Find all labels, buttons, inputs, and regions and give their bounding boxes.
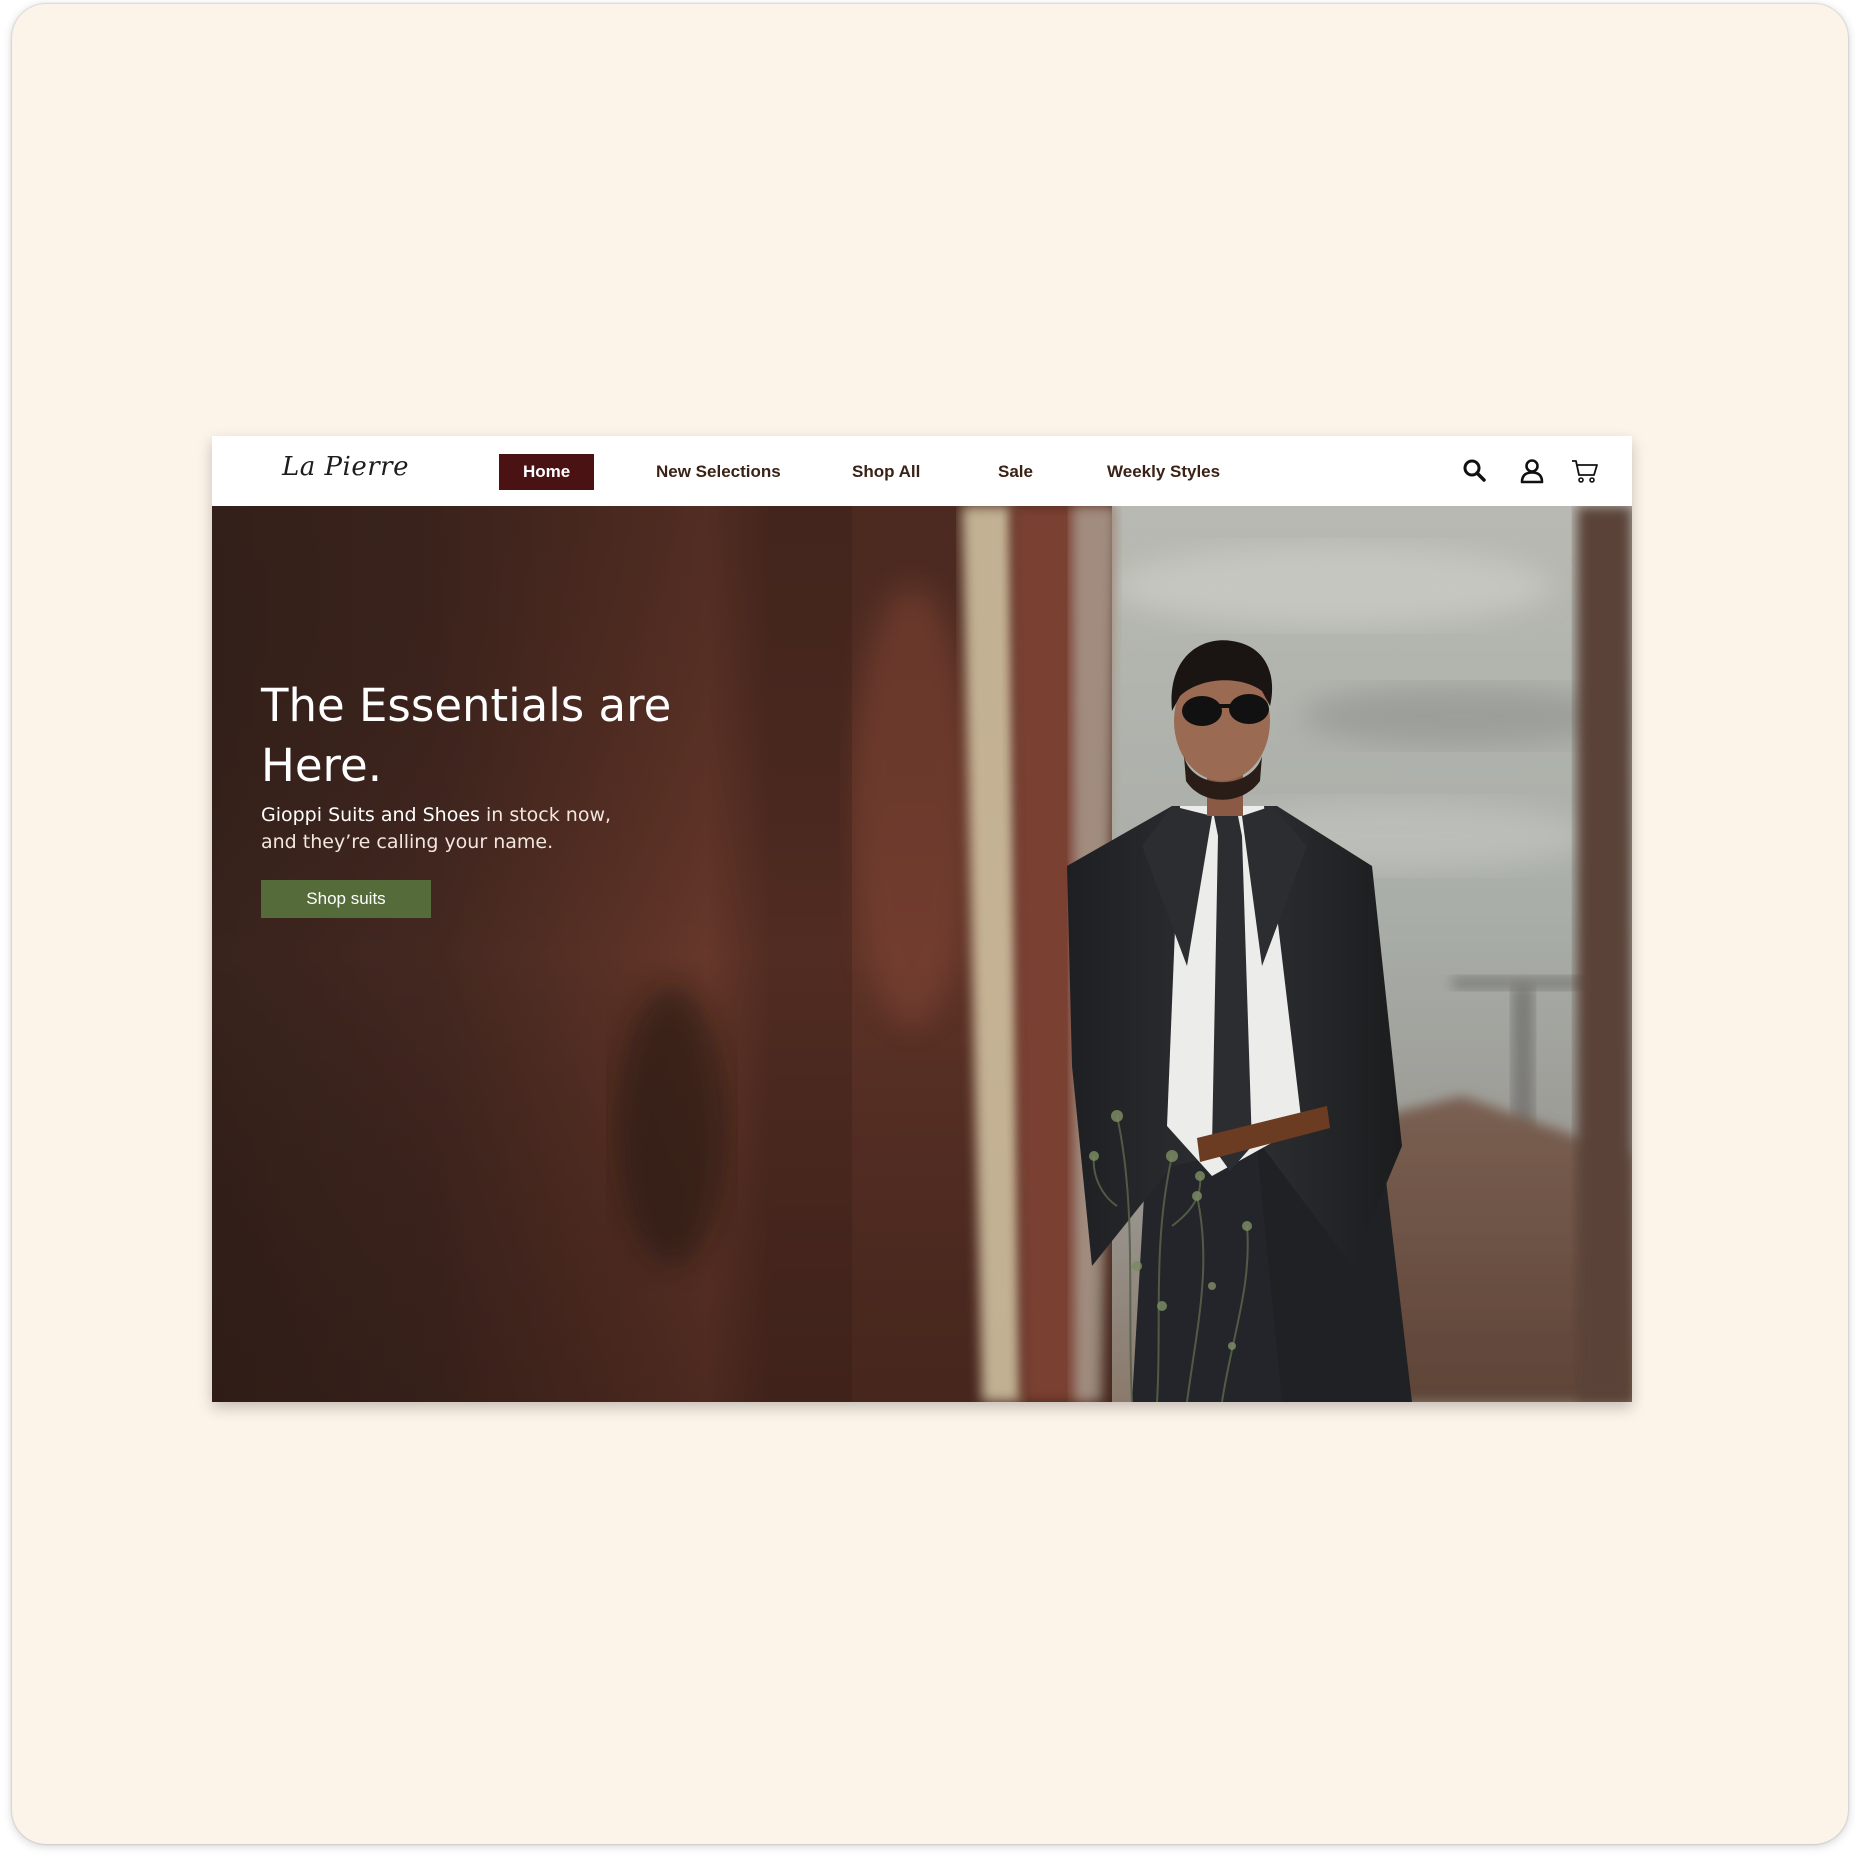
page-frame: La Pierre Home New Selections Shop All S… [12, 4, 1848, 1844]
nav-new-selections[interactable]: New Selections [656, 454, 781, 490]
hero-subtext: Gioppi Suits and Shoes in stock now, and… [261, 802, 641, 856]
hero-image [212, 506, 1632, 1402]
top-nav: La Pierre Home New Selections Shop All S… [212, 436, 1632, 506]
shop-suits-button[interactable]: Shop suits [261, 880, 431, 918]
nav-shop-all[interactable]: Shop All [852, 454, 920, 490]
hero-headline: The Essentials are Here. [261, 679, 672, 792]
nav-home[interactable]: Home [499, 454, 595, 490]
search-icon[interactable] [1460, 456, 1490, 486]
nav-weekly-styles[interactable]: Weekly Styles [1107, 454, 1220, 490]
brand-logo[interactable]: La Pierre [282, 452, 409, 482]
nav-sale[interactable]: Sale [998, 454, 1033, 490]
hero-subtext-highlight: Gioppi Suits and Shoes [261, 804, 480, 826]
cart-icon[interactable] [1570, 456, 1600, 486]
website-mockup: La Pierre Home New Selections Shop All S… [212, 436, 1632, 1402]
hero-section: The Essentials are Here. Gioppi Suits an… [212, 506, 1632, 1402]
account-icon[interactable] [1517, 456, 1547, 486]
